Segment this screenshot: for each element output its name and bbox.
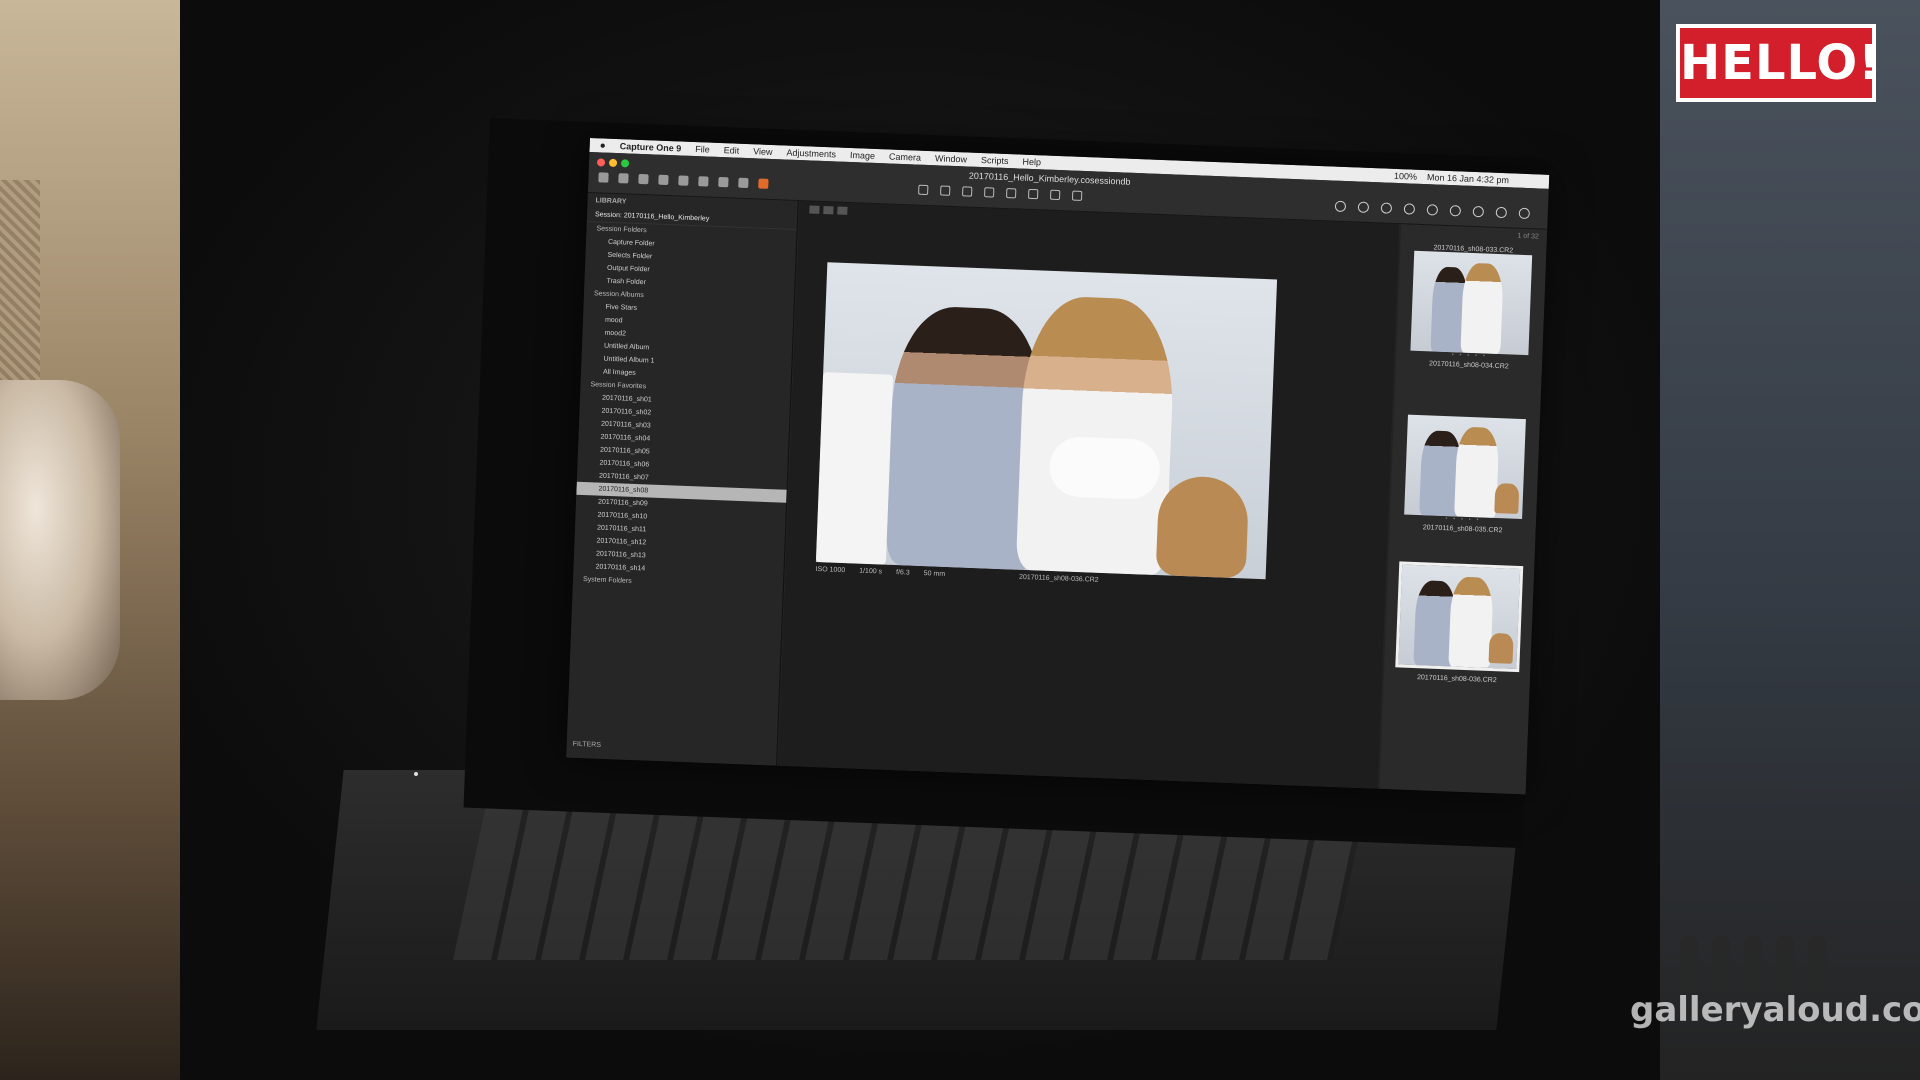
loupe-tool-icon[interactable] [940, 185, 951, 196]
menu-file[interactable]: File [695, 144, 710, 155]
menu-view[interactable]: View [753, 146, 773, 157]
image-counter: 1 of 32 [1517, 232, 1540, 241]
thumbnail-caption: 20170116_sh08-035.CR2 [1422, 524, 1503, 535]
menu-scripts[interactable]: Scripts [981, 155, 1009, 166]
photo-crib [815, 372, 894, 565]
menu-adjustments[interactable]: Adjustments [786, 148, 836, 160]
grid-icon[interactable] [1334, 200, 1347, 213]
window-title: 20170116_Hello_Kimberley.cosessiondb [968, 170, 1131, 187]
focal-length-value: 50 mm [923, 570, 946, 578]
viewer-filename: 20170116_sh08-036.CR2 [1018, 573, 1099, 584]
minimize-window-button[interactable] [608, 158, 618, 168]
picker-tool-icon[interactable] [1071, 190, 1083, 201]
laptop-screen: ● Capture One 9 File Edit View Adjustmen… [566, 138, 1550, 795]
close-window-button[interactable] [596, 158, 606, 167]
import-icon[interactable] [598, 172, 609, 183]
redo-icon[interactable] [718, 176, 729, 188]
iso-value: ISO 1000 [815, 565, 846, 575]
brush-tool-icon[interactable] [1049, 189, 1061, 201]
thumb-woman [1460, 262, 1504, 355]
spot-removal-icon[interactable] [1027, 188, 1039, 200]
keystone-tool-icon[interactable] [1006, 188, 1017, 199]
hello-logo: HELLO! [1676, 24, 1880, 102]
app-menu[interactable]: Capture One 9 [620, 141, 682, 153]
room-wall-left [0, 0, 180, 1080]
help-icon[interactable] [1518, 207, 1531, 220]
menu-image[interactable]: Image [850, 150, 875, 161]
trash-icon[interactable] [698, 176, 709, 187]
straighten-tool-icon[interactable] [984, 187, 995, 198]
image-viewer: ISO 1000 1/100 s f/6.3 50 mm 20170116_sh… [778, 201, 1400, 789]
warning-icon[interactable] [758, 178, 769, 189]
cushion [0, 380, 120, 700]
mouse-cursor [414, 772, 418, 776]
pan-tool-icon[interactable] [918, 184, 929, 196]
thumbnail-caption: 20170116_sh08-034.CR2 [1428, 360, 1509, 371]
clock[interactable]: Mon 16 Jan 4:32 pm [1427, 172, 1509, 185]
toolbar-right-icons [1334, 200, 1531, 220]
text-icon[interactable] [1403, 203, 1416, 215]
battery-status[interactable]: 100% [1394, 171, 1417, 182]
apple-icon[interactable]: ● [600, 140, 606, 151]
room-wall-right [1660, 0, 1920, 1080]
browser-panel: 1 of 32 20170116_sh08-033.CR2 • • • • • … [1379, 224, 1548, 795]
copy-icon[interactable] [1426, 204, 1439, 216]
thumbnail-image[interactable] [1410, 250, 1533, 356]
photo-teddy-bear [1155, 475, 1250, 579]
toolbar-left-icons [598, 172, 769, 189]
dancers-logo-icon [1680, 935, 1840, 995]
thumbnail[interactable]: 20170116_sh08-033.CR2 • • • • • 20170116… [1410, 241, 1533, 371]
single-view-icon[interactable] [823, 206, 834, 215]
thumb-teddy [1494, 483, 1520, 514]
menu-camera[interactable]: Camera [889, 151, 921, 162]
aperture-value: f/6.3 [895, 569, 910, 577]
menu-window[interactable]: Window [935, 153, 967, 164]
thumbnail-selected[interactable]: • • • • • 20170116_sh08-036.CR2 [1395, 561, 1524, 685]
cursor-tools [918, 184, 1083, 201]
camera-icon[interactable] [618, 173, 629, 184]
menu-edit[interactable]: Edit [724, 145, 740, 156]
window-controls [596, 158, 630, 168]
export-icon[interactable] [678, 175, 689, 186]
library-panel: LIBRARY Session: 20170116_Hello_Kimberle… [566, 192, 799, 766]
thumbnail-caption: 20170116_sh08-036.CR2 [1416, 674, 1497, 685]
thumbnail-image[interactable] [1395, 561, 1524, 673]
mask-icon[interactable] [1472, 205, 1485, 218]
radiator [0, 180, 40, 400]
shutter-value: 1/100 s [859, 567, 883, 576]
watermark-text: galleryaloud.com [1630, 990, 1920, 1030]
main-photo[interactable] [815, 262, 1278, 580]
zoom-window-button[interactable] [620, 159, 630, 168]
thumb-woman [1454, 426, 1500, 519]
proof-icon[interactable] [1380, 202, 1393, 214]
multi-view-icon[interactable] [809, 205, 820, 214]
viewer-mode-tabs [809, 205, 848, 215]
menu-help[interactable]: Help [1022, 157, 1041, 168]
undo-icon[interactable] [738, 177, 749, 189]
photo-baby [1048, 435, 1161, 501]
filters-header[interactable]: FILTERS [573, 741, 602, 749]
rotate-left-icon[interactable] [638, 173, 649, 185]
thumb-teddy [1488, 632, 1514, 664]
crop-tool-icon[interactable] [962, 186, 973, 197]
thumbnail[interactable]: • • • • • 20170116_sh08-035.CR2 [1404, 414, 1526, 535]
exposure-warning-icon[interactable] [1357, 201, 1370, 213]
thumbnail-image[interactable] [1404, 414, 1526, 520]
settings-icon[interactable] [1495, 206, 1508, 219]
photo-woman [1015, 294, 1177, 576]
apply-icon[interactable] [1449, 205, 1462, 217]
rotate-right-icon[interactable] [658, 174, 669, 186]
compare-view-icon[interactable] [837, 206, 848, 215]
thumb-woman [1448, 576, 1494, 668]
